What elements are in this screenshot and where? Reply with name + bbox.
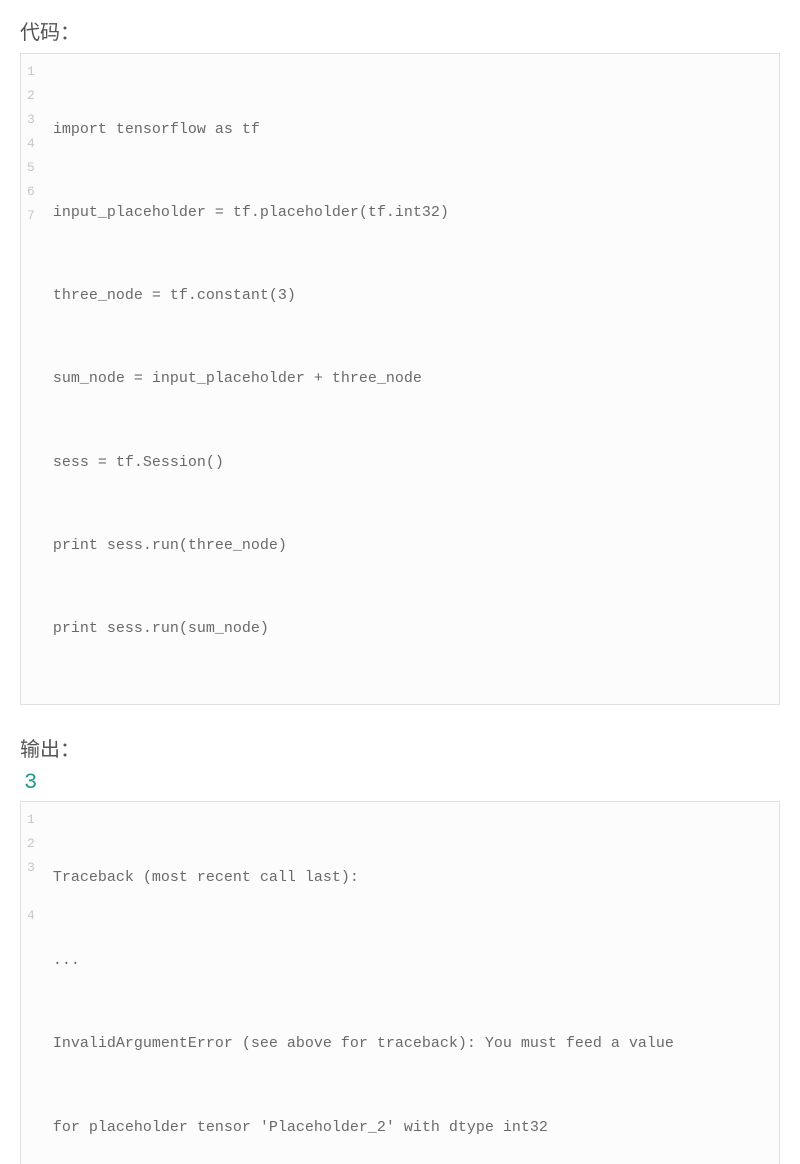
code-line: import tensorflow as tf bbox=[53, 116, 769, 144]
error-line: ... bbox=[53, 947, 769, 975]
code-line: input_placeholder = tf.placeholder(tf.in… bbox=[53, 199, 769, 227]
code-line: print sess.run(sum_node) bbox=[53, 615, 769, 643]
line-number: 5 bbox=[21, 156, 43, 180]
code-line: sess = tf.Session() bbox=[53, 449, 769, 477]
code-block: 1 2 3 4 5 6 7 import tensorflow as tf in… bbox=[20, 53, 780, 705]
error-line: InvalidArgumentError (see above for trac… bbox=[53, 1030, 769, 1058]
line-number bbox=[21, 880, 43, 904]
line-number: 2 bbox=[21, 832, 43, 856]
error-line: Traceback (most recent call last): bbox=[53, 864, 769, 892]
code-content: import tensorflow as tf input_placeholde… bbox=[43, 54, 779, 704]
line-number: 4 bbox=[21, 904, 43, 928]
code-gutter: 1 2 3 4 5 6 7 bbox=[21, 54, 43, 704]
code-section-label: 代码： bbox=[20, 16, 780, 45]
line-number: 3 bbox=[21, 108, 43, 132]
code-line: three_node = tf.constant(3) bbox=[53, 282, 769, 310]
error-content: Traceback (most recent call last): ... I… bbox=[43, 802, 779, 1164]
error-block: 1 2 3 4 Traceback (most recent call last… bbox=[20, 801, 780, 1164]
line-number: 6 bbox=[21, 180, 43, 204]
line-number bbox=[21, 928, 43, 952]
line-number: 1 bbox=[21, 808, 43, 832]
line-number: 3 bbox=[21, 856, 43, 880]
output-value: 3 bbox=[24, 770, 780, 795]
line-number: 1 bbox=[21, 60, 43, 84]
error-line-wrap: for placeholder tensor 'Placeholder_2' w… bbox=[53, 1114, 769, 1142]
output-section-label: 输出： bbox=[20, 733, 780, 762]
line-number: 4 bbox=[21, 132, 43, 156]
line-number: 7 bbox=[21, 204, 43, 228]
line-number: 2 bbox=[21, 84, 43, 108]
code-line: print sess.run(three_node) bbox=[53, 532, 769, 560]
code-line: sum_node = input_placeholder + three_nod… bbox=[53, 365, 769, 393]
error-gutter: 1 2 3 4 bbox=[21, 802, 43, 1164]
